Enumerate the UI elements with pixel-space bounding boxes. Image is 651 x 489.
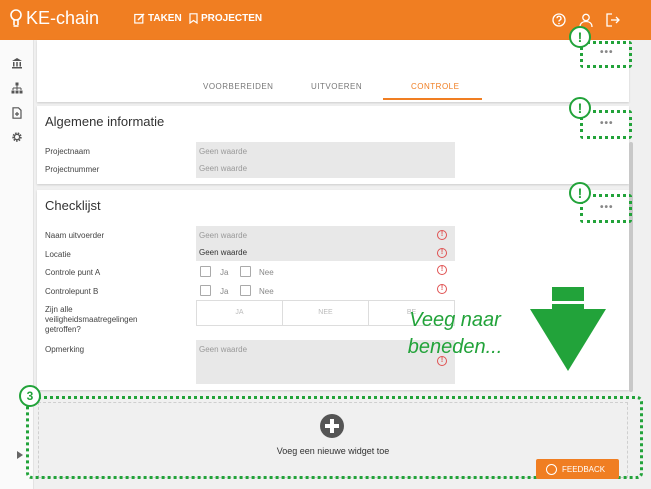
nav-projecten-label: PROJECTEN (201, 13, 263, 24)
warning-icon: ! (437, 265, 447, 275)
bank-icon[interactable] (11, 57, 23, 69)
app-logo[interactable]: KE-chain (10, 8, 99, 29)
lightbulb-icon (10, 8, 22, 27)
tabs-card (37, 40, 629, 102)
controle-a-nee-checkbox[interactable] (240, 266, 251, 277)
projectinfo-field[interactable]: Geen waarde Geen waarde (196, 142, 455, 178)
edit-icon (134, 13, 145, 24)
controle-a-ja-checkbox[interactable] (200, 266, 211, 277)
controle-punt-a-label: Controle punt A (45, 268, 101, 277)
veiligheid-nee-button[interactable]: NEE (282, 300, 369, 326)
naam-uitvoerder-label: Naam uitvoerder (45, 231, 105, 240)
veiligheidsmaatregelingen-label: Zijn alle veiligheidsmaatregelingen getr… (45, 305, 138, 334)
feedback-button[interactable]: FEEDBACK (536, 459, 619, 479)
projectnummer-value: Geen waarde (199, 164, 248, 173)
checklijst-title: Checklijst (45, 198, 101, 213)
logout-icon[interactable] (605, 12, 621, 28)
scrollbar[interactable] (629, 142, 633, 392)
tab-voorbereiden[interactable]: VOORBEREIDEN (203, 82, 273, 91)
controle-b-ja-checkbox[interactable] (200, 285, 211, 296)
locatie-value: Geen waarde (199, 248, 248, 257)
warning-icon: ! (437, 230, 447, 240)
swipe-down-annotation: Veeg naar beneden... (400, 307, 510, 361)
controle-b-nee-checkbox[interactable] (240, 285, 251, 296)
controle-b-ja-label: Ja (220, 287, 229, 296)
annotation-line2: beneden... (407, 336, 503, 358)
step-number-badge: 3 (19, 385, 41, 407)
projectnaam-label: Projectnaam (45, 147, 90, 156)
nav-projecten[interactable]: PROJECTEN (189, 13, 262, 24)
gear-icon[interactable] (11, 131, 23, 143)
warning-badge: ! (569, 26, 591, 48)
warning-icon: ! (437, 248, 447, 258)
controle-a-ja-label: Ja (220, 268, 229, 277)
arrow-down-icon (530, 287, 606, 371)
veiligheid-ja-button[interactable]: JA (196, 300, 283, 326)
help-icon[interactable] (551, 12, 567, 28)
bookmark-icon (189, 13, 198, 24)
controlepunt-b-label: Controlepunt B (45, 287, 99, 296)
naam-locatie-field[interactable]: Geen waarde Geen waarde (196, 226, 455, 261)
annotation-line1: Veeg naar (409, 309, 501, 331)
algemene-informatie-title: Algemene informatie (45, 114, 165, 129)
opmerking-label: Opmerking (45, 345, 85, 354)
app-name: KE-chain (26, 8, 100, 28)
top-bar: KE-chain TAKEN PROJECTEN (0, 0, 651, 40)
warning-badge: ! (569, 182, 591, 204)
warning-icon: ! (437, 284, 447, 294)
controle-a-nee-label: Nee (259, 268, 274, 277)
tab-controle[interactable]: CONTROLE (411, 82, 459, 91)
menu-highlight (580, 41, 632, 68)
nav-taken[interactable]: TAKEN (134, 13, 182, 24)
tab-uitvoeren[interactable]: UITVOEREN (311, 82, 362, 91)
smile-icon (546, 463, 557, 475)
naam-uitvoerder-value: Geen waarde (199, 231, 248, 240)
nav-taken-label: TAKEN (148, 13, 182, 24)
file-add-icon[interactable] (11, 107, 23, 119)
controle-b-nee-label: Nee (259, 287, 274, 296)
sitemap-icon[interactable] (11, 82, 23, 94)
projectnummer-label: Projectnummer (45, 165, 100, 174)
feedback-label: FEEDBACK (562, 464, 606, 474)
locatie-label: Locatie (45, 250, 71, 259)
active-tab-indicator (383, 98, 482, 100)
warning-badge: ! (569, 97, 591, 119)
projectnaam-value: Geen waarde (199, 147, 248, 156)
